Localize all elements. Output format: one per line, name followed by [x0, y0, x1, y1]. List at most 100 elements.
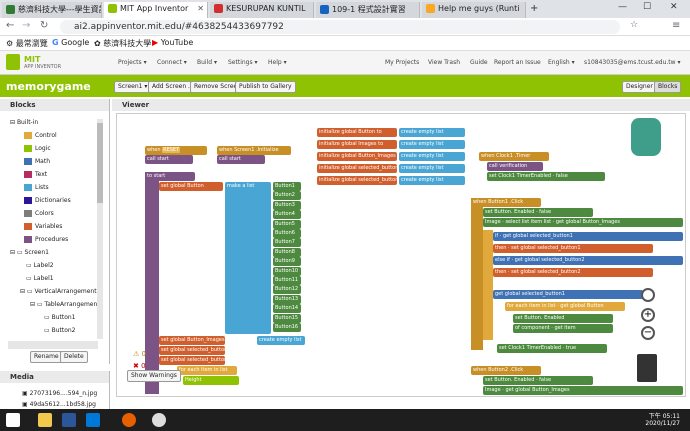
create-empty-list-block[interactable]: create empty list [399, 164, 465, 173]
then-set-sel1-block[interactable]: then · set global selected_button1 [493, 244, 653, 253]
menu-settings[interactable]: Settings ▾ [228, 59, 258, 66]
star-icon[interactable]: ☆ [630, 20, 638, 30]
component-block-button[interactable]: Button8 [273, 247, 301, 257]
of-component-block[interactable]: of component · get item [513, 324, 613, 333]
when-button1-body[interactable] [471, 198, 483, 350]
set-global-button-images-block[interactable]: set global Button_Images [159, 336, 225, 345]
tab-help-forum[interactable]: Help me guys (Runti [422, 2, 526, 18]
edge-icon[interactable] [86, 413, 100, 427]
initialize-global-block[interactable]: initialize global selected_button1 to [317, 164, 397, 173]
set-clock-enabled-true-block[interactable]: set Clock1 TimerEnabled · true [497, 344, 607, 353]
guide-link[interactable]: Guide [470, 59, 488, 66]
when-clock1-timer-block[interactable]: when Clock1 .Timer [479, 152, 549, 161]
tree-verticalarrangement1[interactable]: ⊟ ▭ VerticalArrangement1 [20, 288, 100, 295]
tab-app-inventor[interactable]: MIT App Inventor ✕ [104, 2, 208, 18]
zoom-in-icon[interactable]: + [641, 308, 655, 322]
category-logic[interactable]: Logic [24, 145, 51, 152]
screen-select[interactable]: Screen1 ▾ [114, 81, 152, 93]
set-clock-timer-enabled-block[interactable]: set Clock1 TimerEnabled · false [487, 172, 605, 181]
compare-block[interactable]: get global selected_button1 [493, 290, 643, 299]
component-block-button[interactable]: Button6 [273, 229, 301, 238]
when-button2-click-block[interactable]: when Button2 .Click [471, 366, 541, 375]
then-set-sel2-block[interactable]: then · set global selected_button2 [493, 268, 653, 277]
initialize-global-block[interactable]: initialize global Images to [317, 140, 397, 149]
url-field[interactable]: ai2.appinventor.mit.edu/#463825443369779… [60, 20, 620, 34]
for-each-item-block[interactable]: for each item in list · get global Butto… [505, 302, 625, 311]
component-block-button[interactable]: Button10 [273, 266, 301, 276]
blocks-button[interactable]: Blocks [654, 81, 682, 93]
initialize-global-block[interactable]: initialize global Button_Images to [317, 152, 397, 161]
component-block-button[interactable]: Button7 [273, 238, 301, 248]
tree-label1[interactable]: ▭ Label1 [26, 275, 54, 282]
menu-projects[interactable]: Projects ▾ [118, 59, 147, 66]
set-button1-enabled-block[interactable]: set Button. Enabled · false [483, 208, 593, 217]
set-any-button-enabled-block[interactable]: set Button. Enabled [513, 314, 613, 323]
component-block-button[interactable]: Button1 [273, 182, 301, 191]
make-a-list-block[interactable]: make a list [225, 182, 271, 334]
bookmark-google[interactable]: G Google [52, 38, 89, 47]
category-lists[interactable]: Lists [24, 184, 49, 191]
call-start-block[interactable]: call start [145, 155, 193, 164]
component-block-button[interactable]: Button9 [273, 257, 301, 267]
backpack-icon[interactable] [631, 118, 661, 156]
category-text[interactable]: Text [24, 171, 47, 178]
component-block-button[interactable]: Button16 [273, 323, 301, 332]
initialize-global-block[interactable]: initialize global Button to [317, 128, 397, 137]
file-explorer-icon[interactable] [38, 413, 52, 427]
account-menu[interactable]: s10843035@ems.tcust.edu.tw ▾ [584, 59, 680, 66]
tree-label2[interactable]: ▭ Label2 [26, 262, 54, 269]
set-button2-image-block[interactable]: Image · get global Button_Images [483, 386, 683, 395]
create-empty-list-3[interactable]: create empty list [257, 336, 305, 345]
publish-gallery-button[interactable]: Publish to Gallery [235, 81, 296, 93]
set-global-button-block[interactable]: set global Button [159, 182, 223, 191]
component-block-button[interactable]: Button3 [273, 200, 301, 210]
forward-icon[interactable]: → [22, 20, 30, 31]
chrome-icon[interactable] [152, 413, 166, 427]
set-global-sel2-block[interactable]: set global selected_button2 [159, 356, 225, 365]
component-block-button[interactable]: Button15 [273, 313, 301, 323]
bookmark-youtube[interactable]: ▶ YouTube [152, 38, 193, 47]
procedure-start-body[interactable] [145, 172, 159, 394]
close-window-icon[interactable]: ✕ [670, 2, 678, 12]
reload-icon[interactable]: ↻ [40, 20, 48, 31]
new-tab-button[interactable]: + [530, 3, 538, 14]
create-empty-list-block[interactable]: create empty list [399, 176, 465, 185]
else-if-condition-block[interactable]: else if · get global selected_button2 [493, 256, 683, 265]
word-icon[interactable] [62, 413, 76, 427]
when-button1-click-block[interactable]: when Button1 .Click [471, 198, 541, 207]
builtin-group[interactable]: ⊟ Built-in [10, 119, 38, 126]
tree-button1[interactable]: ▭ Button1 [44, 314, 76, 321]
create-empty-list-block[interactable]: create empty list [399, 128, 465, 137]
category-variables[interactable]: Variables [24, 223, 62, 230]
maximize-icon[interactable]: ☐ [643, 2, 651, 12]
rename-button[interactable]: Rename [30, 351, 63, 363]
media-file-2[interactable]: ▣ 49da5612...1bd58.jpg [22, 401, 96, 408]
firefox-icon[interactable] [122, 413, 136, 427]
designer-button[interactable]: Designer [622, 81, 657, 93]
my-projects-link[interactable]: My Projects [385, 59, 419, 66]
recenter-icon[interactable] [641, 288, 655, 302]
if-block-body[interactable] [483, 230, 493, 340]
category-control[interactable]: Control [24, 132, 57, 139]
language-menu[interactable]: English ▾ [548, 59, 575, 66]
windows-start-icon[interactable] [6, 413, 20, 427]
tab-course[interactable]: 109-1 程式設計實習 [316, 2, 420, 18]
component-block-button[interactable]: Button4 [273, 210, 301, 220]
category-dictionaries[interactable]: Dictionaries [24, 197, 71, 204]
blocks-hscrollbar[interactable] [8, 341, 98, 349]
menu-icon[interactable]: ≡ [672, 20, 680, 31]
tree-screen1[interactable]: ⊟ ▭ Screen1 [10, 249, 49, 256]
tab-student-info[interactable]: 慈濟科技大學---學生資訊 [2, 2, 102, 18]
component-block-button[interactable]: Button5 [273, 219, 301, 229]
media-file-1[interactable]: ▣ 27073196....594_n.jpg [22, 390, 97, 397]
when-screen1-initialize-block[interactable]: when Screen1 .Initialize [217, 146, 291, 155]
back-icon[interactable]: ← [6, 20, 14, 31]
tree-tablearrangement1[interactable]: ⊟ ▭ TableArrangement1 [30, 301, 103, 308]
for-each-block[interactable]: for each item in list [177, 366, 237, 375]
view-trash-link[interactable]: View Trash [428, 59, 460, 66]
category-colors[interactable]: Colors [24, 210, 54, 217]
report-issue-link[interactable]: Report an Issue [494, 59, 541, 66]
delete-button[interactable]: Delete [60, 351, 88, 363]
create-empty-list-block[interactable]: create empty list [399, 152, 465, 161]
set-button1-image-block[interactable]: Image · select list item list · get glob… [483, 218, 683, 227]
